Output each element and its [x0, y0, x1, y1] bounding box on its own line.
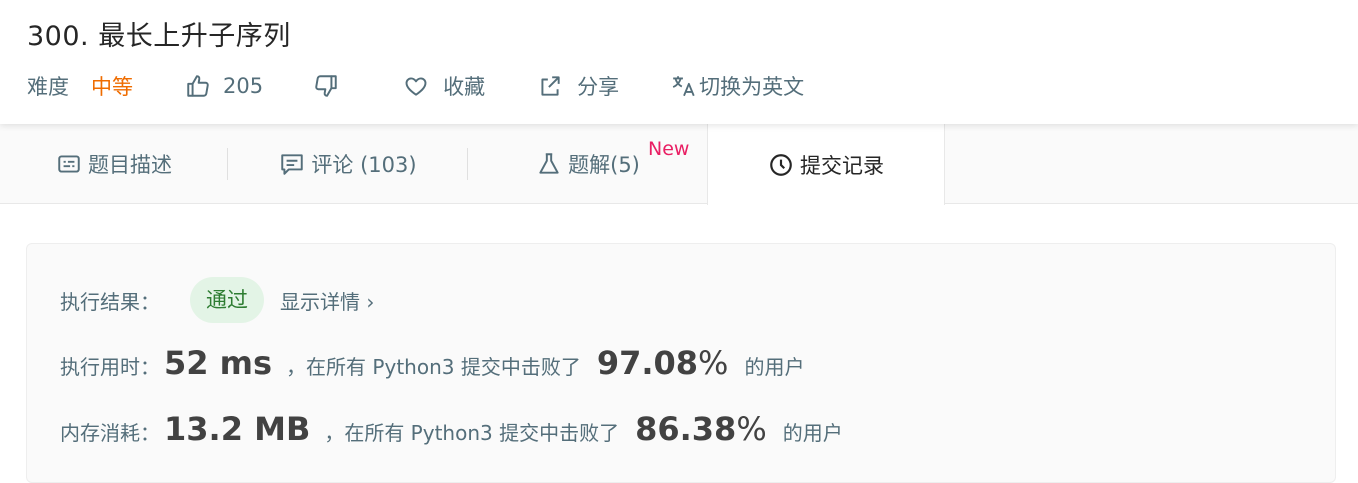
favorite-label: 收藏: [443, 75, 486, 99]
memory-mid-text: ，在所有 Python3 提交中击败了: [324, 421, 620, 445]
tab-description[interactable]: 题目描述: [0, 124, 228, 204]
runtime-percent-sign: %: [698, 344, 729, 382]
memory-suffix: 的用户: [782, 421, 843, 445]
runtime-row: 执行用时： 52 ms ，在所有 Python3 提交中击败了 97.08% 的…: [60, 344, 804, 382]
share-button[interactable]: 分享: [537, 71, 619, 101]
tab-comments[interactable]: 评论 (103): [228, 124, 468, 204]
memory-percentile: 86.38%: [635, 410, 767, 448]
memory-percent-sign: %: [736, 410, 767, 448]
problem-header: 300. 最长上升子序列 难度 中等 205 收藏 分享 切换为英文: [0, 0, 1358, 124]
comment-icon: [281, 154, 304, 175]
status-label: 执行结果：: [60, 289, 160, 314]
translate-label: 切换为英文: [699, 75, 805, 99]
favorite-button[interactable]: 收藏: [403, 71, 485, 101]
memory-percentile-number: 86.38: [635, 410, 737, 448]
problem-meta-bar: 难度 中等 205 收藏 分享 切换为英文: [27, 70, 804, 102]
runtime-percentile: 97.08%: [597, 344, 729, 382]
like-button[interactable]: 205: [185, 73, 263, 99]
heart-icon: [405, 77, 427, 96]
memory-value: 13.2 MB: [164, 410, 311, 448]
memory-label: 内存消耗：: [60, 421, 160, 445]
tab-solutions[interactable]: 题解(5): [468, 124, 708, 204]
translate-button[interactable]: 切换为英文: [671, 71, 804, 101]
clock-icon: [770, 153, 792, 176]
translate-icon: [672, 76, 695, 97]
runtime-percentile-number: 97.08: [596, 344, 699, 382]
description-icon: [58, 155, 80, 173]
problem-title: 300. 最长上升子序列: [27, 21, 291, 52]
show-details-link[interactable]: 显示详情 ›: [280, 286, 374, 315]
thumbs-up-icon: [187, 75, 209, 97]
difficulty-label: 难度: [27, 75, 69, 99]
runtime-label: 执行用时：: [60, 355, 160, 379]
difficulty-value: 中等: [91, 75, 133, 99]
tab-solutions-label: 题解(5): [568, 153, 640, 177]
problem-tabs: 题目描述 评论 (103) 题解(5) 提交记录: [0, 124, 1358, 205]
like-count: 205: [223, 74, 264, 98]
runtime-suffix: 的用户: [744, 355, 805, 379]
submission-result-card: 执行结果： 通过 显示详情 › 执行用时： 52 ms ，在所有 Python3…: [26, 243, 1336, 483]
flask-icon: [539, 153, 559, 174]
share-label: 分享: [577, 75, 620, 99]
runtime-mid-text: ，在所有 Python3 提交中击败了: [286, 355, 581, 379]
runtime-value: 52 ms: [164, 344, 273, 382]
thumbs-down-icon: [315, 75, 337, 97]
tab-comments-label: 评论 (103): [311, 153, 417, 177]
dislike-button[interactable]: [313, 73, 339, 99]
tab-submissions-label: 提交记录: [800, 153, 884, 178]
share-icon: [541, 76, 560, 96]
tab-description-label: 题目描述: [88, 153, 172, 177]
memory-row: 内存消耗： 13.2 MB ，在所有 Python3 提交中击败了 86.38%…: [60, 410, 843, 448]
status-row: 执行结果： 通过 显示详情 ›: [60, 277, 374, 323]
new-badge: New: [648, 138, 690, 160]
status-badge: 通过: [190, 277, 264, 323]
tab-submissions[interactable]: 提交记录: [707, 124, 945, 205]
